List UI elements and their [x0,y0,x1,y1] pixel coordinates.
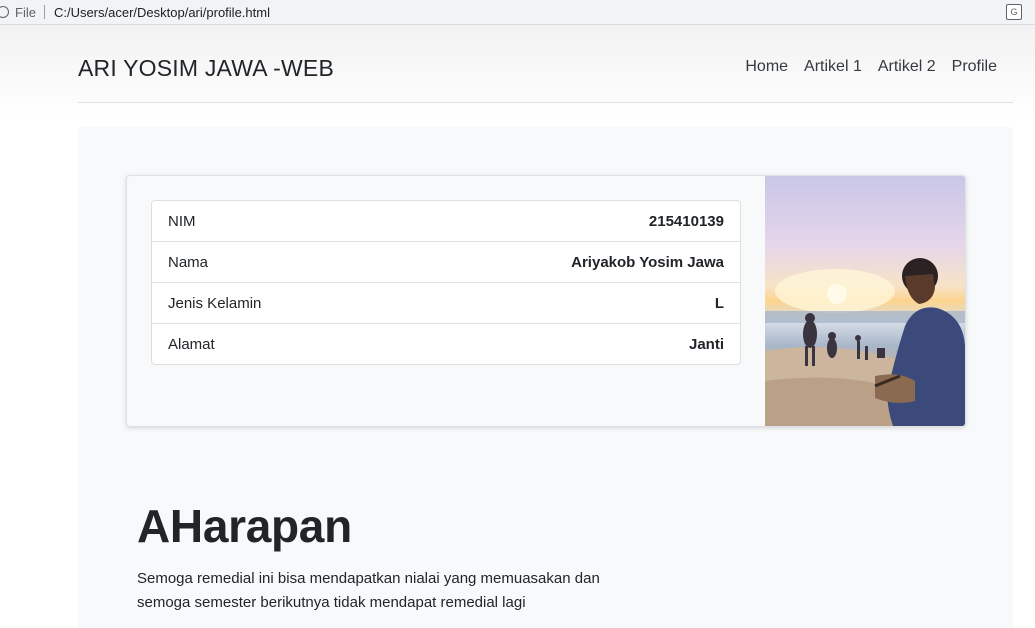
nav-artikel-2[interactable]: Artikel 2 [878,58,936,76]
section-paragraph: Semoga remedial ini bisa mendapatkan nia… [137,567,647,615]
address-bar[interactable]: File C:/Users/acer/Desktop/ari/profile.h… [0,0,1035,25]
list-item: Alamat Janti [152,323,740,364]
paragraph-line: Semoga remedial ini bisa mendapatkan nia… [137,570,600,587]
list-item: Jenis Kelamin L [152,282,740,323]
profile-photo [765,176,965,426]
paragraph-line: semoga semester berikutnya tidak mendapa… [137,594,526,611]
list-item: Nama Ariyakob Yosim Jawa [152,241,740,282]
info-icon[interactable] [0,6,9,18]
nav-home[interactable]: Home [745,58,788,76]
row-value: Ariyakob Yosim Jawa [571,253,724,271]
url-text[interactable]: C:/Users/acer/Desktop/ari/profile.html [54,5,270,20]
nav-artikel-1[interactable]: Artikel 1 [804,58,862,76]
beach-photo-illustration [765,258,965,426]
url-scheme: File [15,4,36,20]
list-item: NIM 215410139 [152,201,740,241]
profile-list: NIM 215410139 Nama Ariyakob Yosim Jawa J… [151,200,741,365]
site-brand[interactable]: ARI YOSIM JAWA -WEB [78,55,334,82]
row-label: Nama [168,253,209,271]
nav-links: Home Artikel 1 Artikel 2 Profile [745,58,997,76]
row-label: Alamat [168,335,215,353]
row-label: NIM [168,212,196,230]
profile-card: NIM 215410139 Nama Ariyakob Yosim Jawa J… [126,175,966,427]
row-value: Janti [688,335,724,353]
translate-icon[interactable]: G [1006,4,1022,20]
divider [43,5,45,19]
row-value: L [714,294,724,312]
navbar: ARI YOSIM JAWA -WEB Home Artikel 1 Artik… [78,25,1013,103]
nav-profile[interactable]: Profile [952,58,997,76]
section-heading: AHarapan [137,500,352,552]
main-content: NIM 215410139 Nama Ariyakob Yosim Jawa J… [78,127,1013,628]
row-value: 215410139 [648,212,724,230]
row-label: Jenis Kelamin [168,294,262,312]
